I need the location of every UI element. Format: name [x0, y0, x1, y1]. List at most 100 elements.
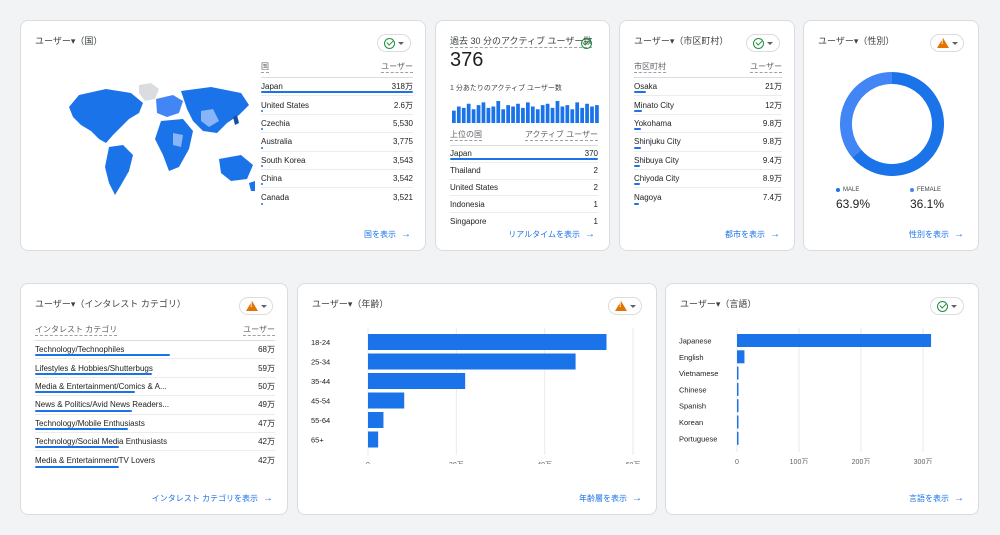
gender-donut-chart	[840, 72, 944, 176]
card-title[interactable]: ユーザー▾（インタレスト カテゴリ）	[35, 297, 186, 310]
category-label: 45-54	[311, 397, 330, 406]
legend-value: 63.9%	[836, 197, 871, 211]
donut-slice-male	[852, 72, 944, 176]
legend-female: FEMALE 36.1%	[910, 187, 960, 211]
minute-bar	[570, 109, 575, 123]
category-label: Japanese	[679, 337, 712, 346]
status-badge[interactable]	[377, 34, 411, 52]
status-badge[interactable]	[608, 297, 642, 315]
status-badge[interactable]	[746, 34, 780, 52]
view-language-link[interactable]: 言語を表示 →	[909, 493, 964, 504]
chevron-down-icon	[951, 41, 958, 45]
table-row: Australia 3,775	[261, 133, 413, 152]
table-row: Yokohama 9.8万	[634, 115, 782, 134]
minute-bar	[530, 106, 535, 123]
column-header[interactable]: 国	[261, 61, 269, 73]
column-header[interactable]: 上位の国	[450, 129, 482, 141]
chevron-down-icon	[260, 304, 267, 308]
row-bar	[35, 372, 152, 375]
status-badge[interactable]	[930, 34, 964, 52]
minute-bar	[555, 101, 560, 123]
row-label: Technology/Social Media Enthusiasts	[35, 437, 168, 447]
minute-bar	[560, 106, 565, 123]
row-label: Lifestyles & Hobbies/Shutterbugs	[35, 363, 153, 373]
chevron-down-icon	[629, 304, 636, 308]
row-label: Czechia	[261, 118, 290, 128]
view-countries-link[interactable]: 国を表示 →	[364, 229, 411, 240]
warning-icon	[245, 301, 258, 311]
minute-bar	[466, 103, 471, 123]
status-badge[interactable]	[930, 297, 964, 315]
minute-bar	[526, 102, 530, 123]
row-label: Minato City	[634, 100, 675, 110]
status-icon[interactable]	[577, 34, 595, 52]
row-label: United States	[261, 100, 310, 110]
view-gender-link[interactable]: 性別を表示 →	[909, 229, 964, 240]
arrow-right-icon: →	[401, 229, 411, 240]
bar	[737, 382, 739, 396]
card-title[interactable]: ユーザー▾（国）	[35, 34, 102, 47]
table-row: Nagoya 7.4万	[634, 188, 782, 206]
row-value: 59万	[258, 363, 275, 373]
row-value: 2	[593, 182, 598, 192]
city-table: 市区町村 ユーザー Osaka 21万 Minato City 12万 Yokoham…	[634, 61, 782, 207]
row-value: 2	[593, 166, 598, 176]
view-realtime-link[interactable]: リアルタイムを表示 →	[508, 229, 595, 240]
link-label: 年齢層を表示	[579, 494, 627, 503]
minute-bar	[452, 110, 456, 123]
table-row: Czechia 5,530	[261, 115, 413, 134]
minute-bar	[565, 105, 570, 123]
legend-label: FEMALE	[917, 187, 942, 193]
table-row: Indonesia 1	[450, 196, 598, 214]
column-header[interactable]: ユーザー	[243, 324, 275, 336]
row-label: China	[261, 174, 282, 184]
arrow-right-icon: →	[954, 229, 964, 240]
arrow-right-icon: →	[954, 493, 964, 504]
row-bar	[35, 391, 135, 394]
status-badge[interactable]	[239, 297, 273, 315]
minute-bar	[545, 103, 550, 123]
card-title[interactable]: ユーザー▾（性別）	[818, 34, 894, 47]
chevron-down-icon	[951, 304, 957, 308]
row-bar	[35, 409, 132, 412]
row-label: Shibuya City	[634, 155, 679, 165]
row-bar	[634, 146, 641, 149]
minute-bar	[486, 107, 491, 123]
column-header[interactable]: ユーザー	[381, 61, 413, 73]
view-interests-link[interactable]: インタレスト カテゴリを表示 →	[152, 493, 273, 504]
table-row: Japan 318万	[261, 78, 413, 97]
card-title[interactable]: ユーザー▾（年齢）	[312, 297, 388, 310]
interest-card: ユーザー▾（インタレスト カテゴリ） インタレスト カテゴリ ユーザー Techn…	[20, 283, 288, 515]
arrow-right-icon: →	[263, 493, 273, 504]
table-row: Media & Entertainment/Comics & A... 50万	[35, 378, 275, 397]
arrow-right-icon: →	[585, 229, 595, 240]
row-value: 2.6万	[393, 100, 413, 110]
column-header[interactable]: ユーザー	[750, 61, 782, 73]
card-title[interactable]: ユーザー▾（言語）	[680, 297, 756, 310]
table-row: Minato City 12万	[634, 96, 782, 115]
row-bar	[634, 109, 642, 112]
card-title[interactable]: ユーザー▾（市区町村）	[634, 34, 728, 47]
table-row: Lifestyles & Hobbies/Shutterbugs 59万	[35, 359, 275, 378]
table-row: United States 2	[450, 180, 598, 197]
view-cities-link[interactable]: 都市を表示 →	[725, 229, 780, 240]
column-header[interactable]: インタレスト カテゴリ	[35, 324, 118, 336]
column-header[interactable]: 市区町村	[634, 61, 666, 73]
tick-label: 0	[366, 462, 370, 464]
category-label: Chinese	[679, 385, 707, 394]
row-bar	[261, 202, 263, 205]
category-label: 55-64	[311, 416, 330, 425]
row-label: South Korea	[261, 155, 306, 165]
minute-bar	[511, 106, 515, 123]
row-label: Yokohama	[634, 118, 672, 128]
minute-bar	[575, 102, 580, 123]
view-age-link[interactable]: 年齢層を表示 →	[579, 493, 642, 504]
check-circle-icon	[753, 37, 764, 49]
table-row: Thailand 2	[450, 163, 598, 180]
row-label: Shinjuku City	[634, 137, 681, 147]
category-label: 65+	[311, 436, 324, 445]
realtime-title[interactable]: 過去 30 分のアクティブ ユーザー数	[450, 34, 593, 48]
age-card: ユーザー▾（年齢） 0 20万 40万 60万 18-24 25-34 35-44 45-54…	[297, 283, 657, 515]
column-header[interactable]: アクティブ ユーザー	[524, 129, 598, 141]
bar	[737, 334, 932, 347]
